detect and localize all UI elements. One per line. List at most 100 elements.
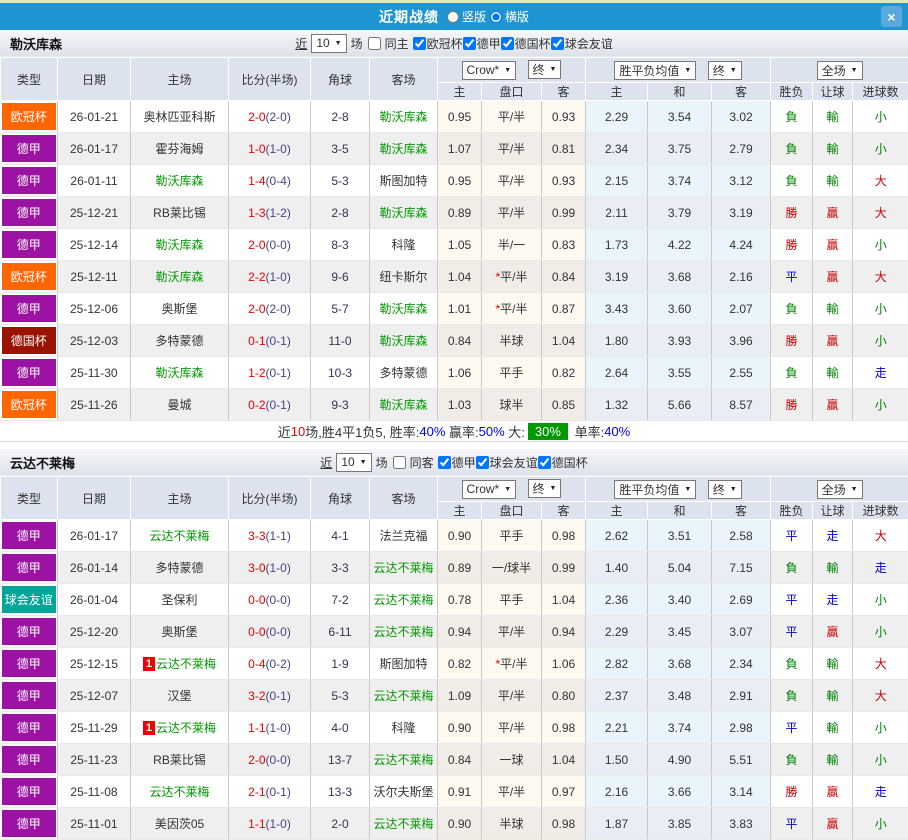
team-link[interactable]: 法兰克福 <box>379 529 427 543</box>
result-wdl: 負 <box>771 133 813 165</box>
odds-away: 0.83 <box>542 229 586 261</box>
layout-horizontal-option[interactable]: 横版 <box>490 8 529 25</box>
fullmatch-select[interactable]: 全场▼ <box>817 480 863 499</box>
final-select-2[interactable]: 终▼ <box>708 480 742 499</box>
league-checkbox[interactable] <box>476 456 489 469</box>
league-filter[interactable]: 德国杯 <box>538 454 588 471</box>
layout-vertical-radio[interactable] <box>447 11 459 23</box>
team-link[interactable]: 勒沃库森 <box>155 270 203 284</box>
team-link[interactable]: 云达不莱梅 <box>373 625 433 639</box>
full-score: 1-1 <box>248 721 265 735</box>
team-link[interactable]: 云达不莱梅 <box>373 753 433 767</box>
mean-home: 2.29 <box>586 616 648 648</box>
team-link[interactable]: 云达不莱梅 <box>373 593 433 607</box>
team-link[interactable]: 霍芬海姆 <box>155 142 203 156</box>
league-checkbox[interactable] <box>501 37 514 50</box>
league-filter[interactable]: 德甲 <box>463 35 501 52</box>
team-link[interactable]: 科隆 <box>391 238 415 252</box>
odds-home: 0.90 <box>438 808 482 840</box>
star-mark: * <box>495 302 500 316</box>
team-link[interactable]: 勒沃库森 <box>155 366 203 380</box>
mean-select[interactable]: 胜平负均值▼ <box>614 61 696 80</box>
near-link[interactable]: 近 <box>295 35 307 52</box>
team-link[interactable]: RB莱比锡 <box>153 753 206 767</box>
league-checkbox[interactable] <box>438 456 451 469</box>
odds-away: 1.06 <box>542 648 586 680</box>
team-link[interactable]: 奥林匹亚科斯 <box>143 110 215 124</box>
team-link[interactable]: 勒沃库森 <box>379 110 427 124</box>
league-checkbox[interactable] <box>463 37 476 50</box>
company-select[interactable]: Crow*▼ <box>462 61 517 80</box>
team-link[interactable]: 云达不莱梅 <box>149 785 209 799</box>
matches-tbody: 欧冠杯26-01-21奥林匹亚科斯2-0(2-0)2-8勒沃库森0.95平/半0… <box>1 101 908 421</box>
team-link[interactable]: 云达不莱梅 <box>373 689 433 703</box>
near-link[interactable]: 近 <box>320 454 332 471</box>
final-select-2[interactable]: 终▼ <box>708 61 742 80</box>
full-score: 2-0 <box>248 110 265 124</box>
result-goals: 大 <box>853 261 908 293</box>
team-link[interactable]: 圣保利 <box>161 593 197 607</box>
layout-horizontal-radio[interactable] <box>490 11 502 23</box>
team-link[interactable]: 奥斯堡 <box>161 625 197 639</box>
team-link[interactable]: 云达不莱梅 <box>373 561 433 575</box>
league-filter[interactable]: 欧冠杯 <box>413 35 463 52</box>
team-link[interactable]: 科隆 <box>391 721 415 735</box>
final-select[interactable]: 终▼ <box>528 60 562 79</box>
result-wdl: 勝 <box>771 325 813 357</box>
odds-home: 1.04 <box>438 261 482 293</box>
league-checkbox[interactable] <box>538 456 551 469</box>
team-link[interactable]: 勒沃库森 <box>379 334 427 348</box>
team-link[interactable]: 斯图加特 <box>379 174 427 188</box>
same-venue-filter[interactable]: 同客 <box>393 454 434 471</box>
team-link[interactable]: 勒沃库森 <box>379 302 427 316</box>
team-link[interactable]: 多特蒙德 <box>155 561 203 575</box>
company-select[interactable]: Crow*▼ <box>462 480 517 499</box>
mean-draw: 3.40 <box>648 584 712 616</box>
star-mark: * <box>495 270 500 284</box>
match-count-select[interactable]: 10 ▼ <box>336 453 371 472</box>
league-type-cell: 德甲 <box>1 648 58 680</box>
team-link[interactable]: 勒沃库森 <box>155 238 203 252</box>
half-score: (0-1) <box>266 334 291 348</box>
match-row: 德甲25-11-30勒沃库森1-2(0-1)10-3多特蒙德1.06平手0.82… <box>1 357 908 389</box>
team-link[interactable]: RB莱比锡 <box>153 206 206 220</box>
team-link[interactable]: 多特蒙德 <box>155 334 203 348</box>
team-link[interactable]: 云达不莱梅 <box>156 721 216 735</box>
team-link[interactable]: 勒沃库森 <box>379 142 427 156</box>
team-link[interactable]: 曼城 <box>167 398 191 412</box>
team-link[interactable]: 美因茨05 <box>155 817 204 831</box>
same-venue-checkbox[interactable] <box>368 37 381 50</box>
odds-home: 0.90 <box>438 520 482 552</box>
final-select[interactable]: 终▼ <box>528 479 562 498</box>
team-link[interactable]: 沃尔夫斯堡 <box>373 785 433 799</box>
fullmatch-select[interactable]: 全场▼ <box>817 61 863 80</box>
team-link[interactable]: 汉堡 <box>167 689 191 703</box>
team-link[interactable]: 云达不莱梅 <box>156 657 216 671</box>
score-cell: 2-0(0-0) <box>229 744 311 776</box>
layout-vertical-option[interactable]: 竖版 <box>447 8 486 25</box>
league-filter[interactable]: 德甲 <box>438 454 476 471</box>
handicap-group-header: Crow*▼ 终▼ <box>438 58 586 83</box>
team-link[interactable]: 多特蒙德 <box>379 366 427 380</box>
team-link[interactable]: 纽卡斯尔 <box>379 270 427 284</box>
corner-score: 8-3 <box>311 229 370 261</box>
summary-segment: 场,胜4平1负5, 胜率: <box>305 422 419 441</box>
match-count-select[interactable]: 10 ▼ <box>311 34 346 53</box>
team-link[interactable]: 勒沃库森 <box>379 398 427 412</box>
team-link[interactable]: 勒沃库森 <box>155 174 203 188</box>
mean-select[interactable]: 胜平负均值▼ <box>614 480 696 499</box>
same-venue-filter[interactable]: 同主 <box>368 35 409 52</box>
same-venue-checkbox[interactable] <box>393 456 406 469</box>
league-filter[interactable]: 德国杯 <box>501 35 551 52</box>
league-checkbox[interactable] <box>413 37 426 50</box>
league-filter[interactable]: 球会友谊 <box>476 454 538 471</box>
team-link[interactable]: 勒沃库森 <box>379 206 427 220</box>
close-button[interactable]: × <box>881 6 902 27</box>
team-link[interactable]: 奥斯堡 <box>161 302 197 316</box>
team-link[interactable]: 云达不莱梅 <box>149 529 209 543</box>
league-checkbox[interactable] <box>551 37 564 50</box>
team-link[interactable]: 斯图加特 <box>379 657 427 671</box>
league-filter[interactable]: 球会友谊 <box>551 35 613 52</box>
team-link[interactable]: 云达不莱梅 <box>373 817 433 831</box>
odds-away: 0.98 <box>542 712 586 744</box>
